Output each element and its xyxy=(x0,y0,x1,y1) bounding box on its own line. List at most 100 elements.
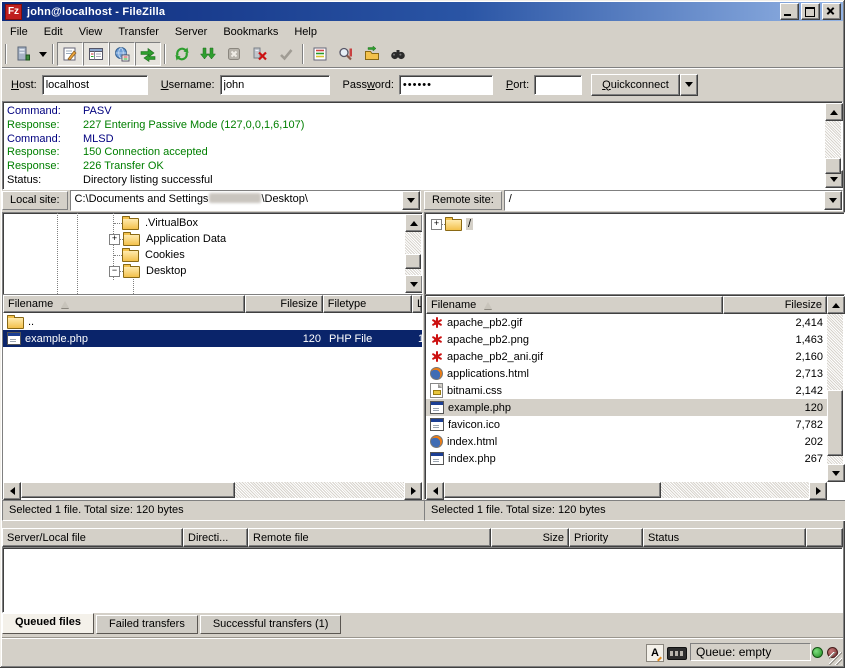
column-header-status[interactable]: Status xyxy=(643,528,806,547)
scroll-thumb[interactable] xyxy=(444,482,661,498)
local-tree-scrollbar[interactable] xyxy=(405,214,421,293)
scroll-up-button[interactable] xyxy=(825,103,843,121)
find-files-button[interactable] xyxy=(385,42,411,66)
menu-server[interactable]: Server xyxy=(167,24,215,40)
toggle-remote-tree-button[interactable] xyxy=(109,42,135,66)
column-header-size[interactable]: Size xyxy=(491,528,569,547)
file-row[interactable]: index.php 267 xyxy=(426,450,827,466)
tree-item-desktop[interactable]: − Desktop xyxy=(109,263,379,279)
expand-icon[interactable]: + xyxy=(109,234,120,245)
tree-item-application-data[interactable]: + Application Data xyxy=(109,231,379,247)
menu-file[interactable]: File xyxy=(2,24,36,40)
scroll-track[interactable] xyxy=(827,314,843,464)
queue-body[interactable] xyxy=(2,547,843,613)
file-row[interactable]: bitnami.css 2,142 xyxy=(426,382,827,399)
transfer-type-indicator-icon[interactable]: A xyxy=(646,644,664,662)
column-header-empty[interactable] xyxy=(806,528,843,547)
tab-failed-transfers[interactable]: Failed transfers xyxy=(96,615,198,634)
tab-successful-transfers[interactable]: Successful transfers (1) xyxy=(200,615,342,634)
disconnect-button[interactable] xyxy=(247,42,273,66)
remote-path-dropdown[interactable] xyxy=(824,191,842,210)
cancel-operation-button[interactable] xyxy=(221,42,247,66)
expand-icon[interactable]: + xyxy=(431,219,442,230)
scroll-thumb[interactable] xyxy=(21,482,235,498)
tree-item-virtualbox[interactable]: .VirtualBox xyxy=(114,215,384,231)
collapse-icon[interactable]: − xyxy=(109,266,120,277)
local-path-combobox[interactable]: C:\Documents and Settings\Desktop\ xyxy=(70,190,421,211)
column-header-filename[interactable]: Filename xyxy=(3,295,245,313)
remote-path-combobox[interactable]: / xyxy=(504,190,843,211)
site-manager-button[interactable] xyxy=(10,42,36,66)
menu-help[interactable]: Help xyxy=(286,24,325,40)
file-row-parent-dir[interactable]: .. xyxy=(3,313,422,330)
file-row[interactable]: apache_pb2.gif 2,414 xyxy=(426,314,827,331)
scroll-track[interactable] xyxy=(405,232,421,275)
encryption-indicator-icon[interactable] xyxy=(667,647,687,660)
column-header-direction[interactable]: Directi... xyxy=(183,528,248,547)
local-path-dropdown[interactable] xyxy=(402,191,420,210)
column-header-last-modified[interactable]: L xyxy=(412,295,422,313)
file-row[interactable]: applications.html 2,713 xyxy=(426,365,827,382)
column-header-remote-file[interactable]: Remote file xyxy=(248,528,491,547)
scroll-thumb[interactable] xyxy=(825,158,841,174)
title-bar[interactable]: Fz john@localhost - FileZilla xyxy=(2,2,843,21)
scroll-up-button[interactable] xyxy=(827,296,845,314)
scroll-track[interactable] xyxy=(21,482,404,498)
menu-transfer[interactable]: Transfer xyxy=(110,24,167,40)
column-header-filename[interactable]: Filename xyxy=(426,296,723,314)
column-header-filesize[interactable]: Filesize xyxy=(245,295,323,313)
remote-vertical-scrollbar[interactable] xyxy=(827,296,843,482)
process-queue-button[interactable] xyxy=(195,42,221,66)
scroll-up-button[interactable] xyxy=(405,214,423,232)
file-row[interactable]: apache_pb2_ani.gif 2,160 xyxy=(426,348,827,365)
scroll-right-button[interactable] xyxy=(404,482,422,500)
reconnect-button[interactable] xyxy=(273,42,299,66)
close-button[interactable] xyxy=(822,3,841,20)
tree-item-root[interactable]: + / xyxy=(431,216,631,232)
synchronized-browsing-button[interactable] xyxy=(359,42,385,66)
resize-grip[interactable] xyxy=(829,652,842,665)
local-horizontal-scrollbar[interactable] xyxy=(3,482,422,498)
scroll-left-button[interactable] xyxy=(3,482,21,500)
quickconnect-dropdown[interactable] xyxy=(680,74,698,96)
quickconnect-button[interactable]: Quickconnect xyxy=(591,74,680,96)
scroll-thumb[interactable] xyxy=(405,254,421,269)
toggle-transfer-queue-button[interactable] xyxy=(135,42,161,66)
tab-queued-files[interactable]: Queued files xyxy=(2,613,94,634)
file-row[interactable]: index.html 202 xyxy=(426,433,827,450)
toggle-local-tree-button[interactable] xyxy=(83,42,109,66)
file-row-selected[interactable]: example.php 120 xyxy=(426,399,827,416)
username-input[interactable] xyxy=(220,75,330,95)
remote-path-value[interactable]: / xyxy=(505,191,824,210)
scroll-down-button[interactable] xyxy=(405,275,423,293)
file-row[interactable]: apache_pb2.png 1,463 xyxy=(426,331,827,348)
menu-edit[interactable]: Edit xyxy=(36,24,71,40)
column-header-filesize[interactable]: Filesize xyxy=(723,296,827,314)
column-header-filetype[interactable]: Filetype xyxy=(323,295,412,313)
scroll-right-button[interactable] xyxy=(809,482,827,500)
scroll-down-button[interactable] xyxy=(827,464,845,482)
site-manager-dropdown[interactable] xyxy=(36,43,49,65)
scroll-thumb[interactable] xyxy=(827,390,843,456)
file-row-example-php[interactable]: example.php 120 PHP File 1 xyxy=(3,330,422,347)
column-header-server-local-file[interactable]: Server/Local file xyxy=(2,528,183,547)
remote-horizontal-scrollbar[interactable] xyxy=(426,482,827,498)
column-header-priority[interactable]: Priority xyxy=(569,528,643,547)
directory-comparison-button[interactable] xyxy=(333,42,359,66)
maximize-button[interactable] xyxy=(801,3,820,20)
scroll-track[interactable] xyxy=(825,121,841,170)
menu-view[interactable]: View xyxy=(71,24,111,40)
menu-bookmarks[interactable]: Bookmarks xyxy=(215,24,286,40)
port-input[interactable] xyxy=(534,75,582,95)
host-input[interactable] xyxy=(42,75,148,95)
toggle-message-log-button[interactable] xyxy=(57,42,83,66)
log-scrollbar[interactable] xyxy=(825,103,841,188)
tree-item-cookies[interactable]: Cookies xyxy=(114,247,384,263)
minimize-button[interactable] xyxy=(780,3,799,20)
scroll-left-button[interactable] xyxy=(426,482,444,500)
filter-button[interactable] xyxy=(307,42,333,66)
file-row[interactable]: favicon.ico 7,782 xyxy=(426,416,827,433)
password-input[interactable] xyxy=(399,75,493,95)
local-path-value[interactable]: C:\Documents and Settings\Desktop\ xyxy=(71,191,402,210)
scroll-track[interactable] xyxy=(444,482,809,498)
